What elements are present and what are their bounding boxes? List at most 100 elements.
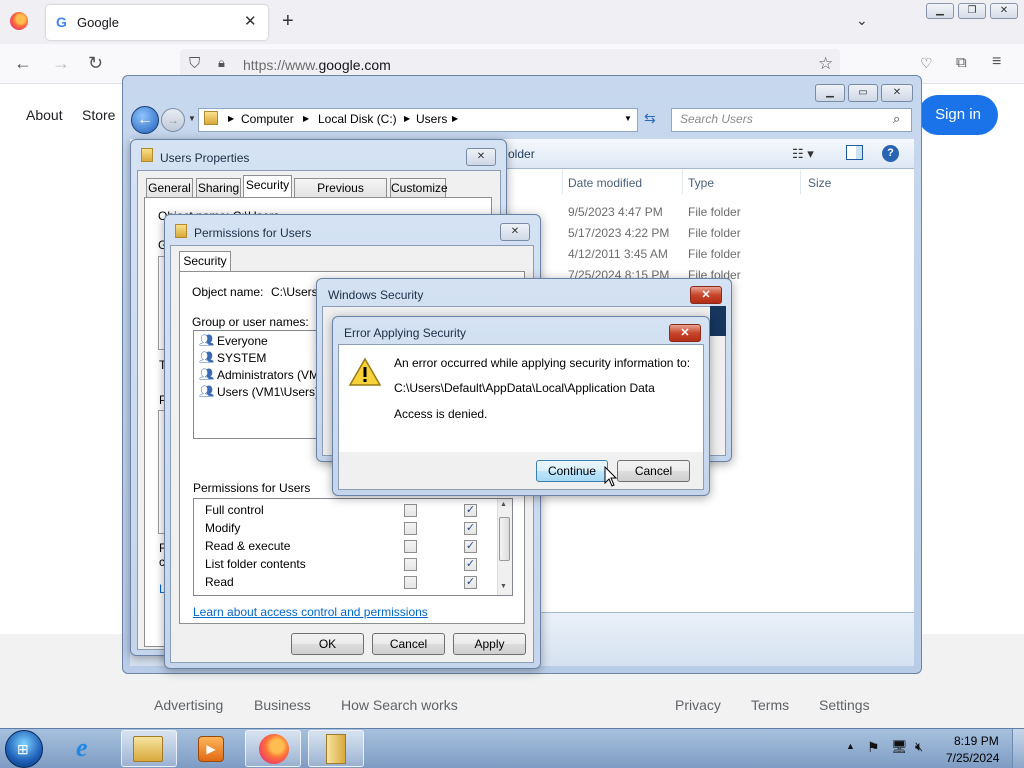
row-type: File folder	[688, 205, 741, 219]
url-text[interactable]: https://www.google.com	[243, 57, 391, 73]
breadcrumb-computer[interactable]: Computer	[241, 112, 294, 126]
show-desktop-button[interactable]	[1012, 729, 1024, 768]
users-properties-title: Users Properties	[160, 151, 250, 165]
user-users[interactable]: Users (VM1\Users)	[217, 385, 319, 399]
tab-previous-versions[interactable]: Previous Versions	[294, 178, 387, 213]
scroll-up-icon[interactable]: ▲	[500, 501, 507, 508]
business-link[interactable]: Business	[254, 697, 311, 713]
firefox-icon	[259, 734, 289, 764]
deny-checkbox[interactable]: ✓	[464, 558, 477, 571]
windows-security-close-button[interactable]: ✕	[690, 286, 722, 304]
network-icon[interactable]: 🖥︎	[891, 739, 908, 755]
explorer-close-button[interactable]: ✕	[881, 84, 913, 102]
settings-link[interactable]: Settings	[819, 697, 870, 713]
permission-name: Modify	[205, 521, 241, 535]
user-everyone[interactable]: Everyone	[217, 334, 268, 348]
clock-date[interactable]: 7/25/2024	[946, 751, 999, 765]
preview-pane-icon[interactable]	[846, 145, 863, 160]
address-dropdown-icon[interactable]: ▼	[624, 114, 632, 123]
deny-checkbox[interactable]: ✓	[464, 504, 477, 517]
allow-checkbox[interactable]	[404, 522, 417, 535]
error-cancel-button[interactable]: Cancel	[617, 460, 690, 482]
volume-muted-icon[interactable]: 🔇︎	[915, 739, 923, 755]
breadcrumb-local-disk[interactable]: Local Disk (C:)	[318, 112, 397, 126]
row-type: File folder	[688, 247, 741, 261]
advertising-link[interactable]: Advertising	[154, 697, 223, 713]
user-system[interactable]: SYSTEM	[217, 351, 266, 365]
apply-button[interactable]: Apply	[453, 633, 526, 655]
users-properties-close-button[interactable]: ✕	[466, 148, 496, 166]
allow-checkbox[interactable]	[404, 576, 417, 589]
help-icon[interactable]: ?	[882, 145, 899, 162]
learn-access-control-link[interactable]: Learn about access control and permissio…	[193, 605, 428, 619]
error-dialog-title: Error Applying Security	[344, 326, 467, 340]
allow-checkbox[interactable]	[404, 504, 417, 517]
show-hidden-icons[interactable]: ▲	[846, 741, 855, 751]
warning-icon	[348, 357, 382, 386]
col-type[interactable]: Type	[688, 176, 714, 190]
bookmark-star-icon[interactable]: ☆	[818, 54, 833, 74]
scrollbar-thumb[interactable]	[499, 517, 510, 561]
shield-icon[interactable]: ⛉	[189, 55, 200, 72]
close-window-button[interactable]: ✕	[990, 3, 1018, 19]
windows-security-title: Windows Security	[328, 288, 424, 302]
minimize-button[interactable]: ▁	[926, 3, 954, 19]
explorer-back-icon[interactable]: ←	[131, 106, 159, 134]
permissions-close-button[interactable]: ✕	[500, 223, 530, 241]
about-link[interactable]: About	[26, 107, 63, 123]
scroll-down-icon[interactable]: ▼	[500, 583, 507, 590]
action-center-flag-icon[interactable]: ⚑	[867, 739, 880, 756]
tab-customize[interactable]: Customize	[390, 178, 448, 197]
refresh-icon[interactable]: ⇆	[644, 110, 656, 127]
explorer-maximize-button[interactable]: ▭	[848, 84, 878, 102]
tab-close-icon[interactable]: ✕	[244, 12, 257, 30]
deny-checkbox[interactable]: ✓	[464, 522, 477, 535]
error-dialog-close-button[interactable]: ✕	[669, 324, 701, 342]
hamburger-menu-icon[interactable]: ≡	[992, 53, 1001, 71]
col-divider	[800, 170, 801, 194]
col-size[interactable]: Size	[808, 176, 831, 190]
new-folder-button[interactable]: older	[508, 147, 535, 161]
error-message-line1: An error occurred while applying securit…	[394, 356, 691, 370]
view-options-icon[interactable]: ☷ ▾	[792, 146, 814, 162]
internet-explorer-icon: e	[76, 733, 88, 762]
new-tab-icon[interactable]: +	[282, 10, 294, 33]
cancel-button[interactable]: Cancel	[372, 633, 445, 655]
back-arrow-icon[interactable]: ←	[14, 53, 32, 74]
sign-in-button[interactable]: Sign in	[918, 95, 998, 135]
ok-button[interactable]: OK	[291, 633, 364, 655]
firefox-menu-icon[interactable]	[10, 12, 28, 30]
allow-checkbox[interactable]	[404, 558, 417, 571]
col-date-modified[interactable]: Date modified	[568, 176, 642, 190]
list-tabs-chevron-icon[interactable]: ⌄	[856, 12, 868, 29]
search-icon[interactable]: ⌕	[893, 111, 900, 127]
how-search-works-link[interactable]: How Search works	[341, 697, 458, 713]
continue-button[interactable]: Continue	[536, 460, 608, 482]
terms-link[interactable]: Terms	[751, 697, 789, 713]
breadcrumb-users[interactable]: Users	[416, 112, 447, 126]
explorer-forward-icon[interactable]: →	[161, 108, 185, 132]
folder-icon	[204, 111, 218, 125]
tab-sharing[interactable]: Sharing	[196, 178, 241, 197]
extensions-icon[interactable]: ⧉	[956, 54, 967, 71]
user-administrators[interactable]: Administrators (VM1\	[217, 368, 329, 382]
tab-security[interactable]: Security	[243, 175, 292, 197]
tab-general[interactable]: General	[146, 178, 193, 197]
pocket-icon[interactable]: ♡	[920, 55, 933, 72]
history-dropdown-icon[interactable]: ▼	[188, 114, 196, 123]
lock-icon[interactable]: 🔒︎	[218, 55, 225, 71]
taskbar-ie[interactable]	[62, 730, 118, 767]
privacy-link[interactable]: Privacy	[675, 697, 721, 713]
forward-arrow-icon[interactable]: →	[52, 53, 70, 74]
tab-security[interactable]: Security	[179, 251, 231, 272]
clock-time[interactable]: 8:19 PM	[954, 734, 999, 748]
reload-icon[interactable]: ↻	[88, 53, 103, 74]
explorer-minimize-button[interactable]: ▁	[815, 84, 845, 102]
allow-checkbox[interactable]	[404, 540, 417, 553]
restore-button[interactable]: ❐	[958, 3, 986, 19]
store-link[interactable]: Store	[82, 107, 115, 123]
deny-checkbox[interactable]: ✓	[464, 540, 477, 553]
deny-checkbox[interactable]: ✓	[464, 576, 477, 589]
folder-window-icon	[326, 734, 346, 764]
col-divider	[562, 170, 563, 194]
